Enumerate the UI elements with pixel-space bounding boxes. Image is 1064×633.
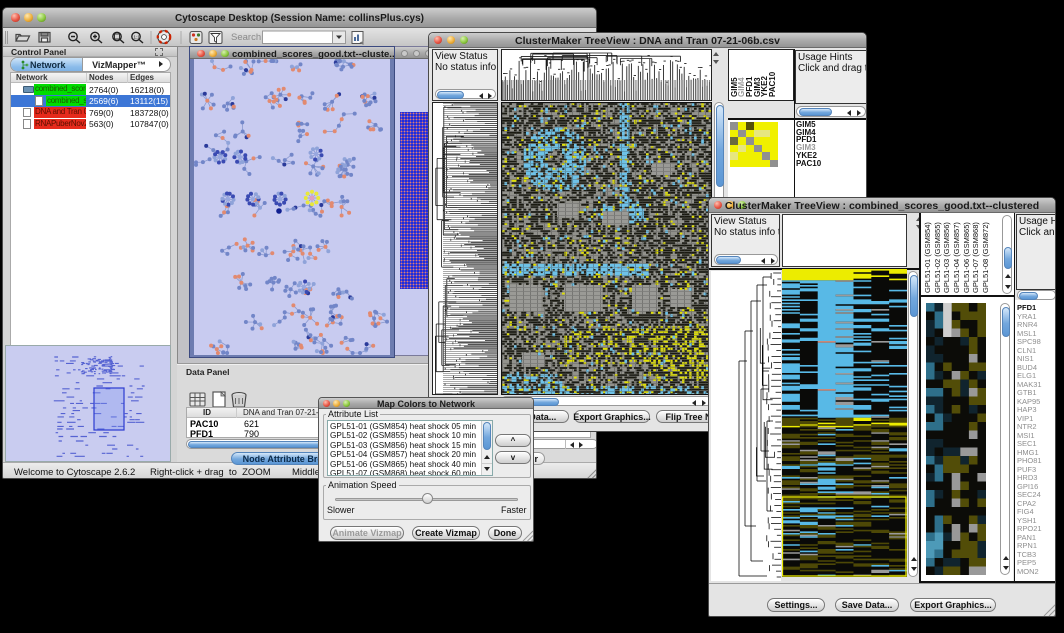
svg-text:1:1: 1:1 xyxy=(134,35,141,40)
svg-text:Search:: Search: xyxy=(231,32,264,43)
